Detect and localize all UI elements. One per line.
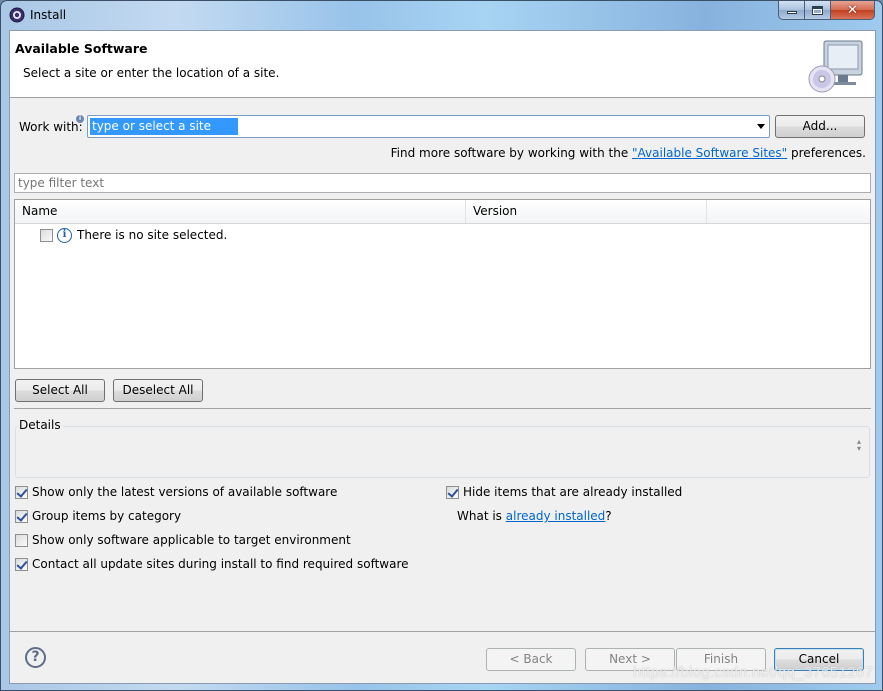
table-row[interactable]: i There is no site selected. <box>15 225 870 245</box>
watermark-text: https://blog.csdn.net/qq_37651267 <box>633 664 874 681</box>
available-software-sites-link[interactable]: "Available Software Sites" <box>632 146 787 160</box>
what-is-installed-text: What is already installed? <box>457 509 612 523</box>
contact-update-sites-checkbox[interactable] <box>15 557 28 571</box>
maximize-icon <box>812 5 823 15</box>
dialog-client-area: Available Software Select a site or ente… <box>9 30 876 684</box>
software-tree: Name Version i There is no site selected… <box>14 199 871 369</box>
minimize-button[interactable] <box>778 1 805 20</box>
contact-update-sites-label: Contact all update sites during install … <box>32 557 409 571</box>
eclipse-gear-icon <box>9 7 25 23</box>
page-title: Available Software <box>15 41 148 56</box>
wizard-header: Available Software Select a site or ente… <box>10 31 875 98</box>
row-text: There is no site selected. <box>77 228 228 242</box>
footer-divider <box>10 631 875 632</box>
work-with-combo[interactable] <box>87 115 770 138</box>
target-environment-label: Show only software applicable to target … <box>32 533 351 547</box>
window-title: Install <box>30 8 67 22</box>
hide-installed-checkbox[interactable] <box>446 485 459 499</box>
row-checkbox[interactable] <box>40 228 53 242</box>
latest-versions-checkbox[interactable] <box>15 485 28 499</box>
already-installed-link[interactable]: already installed <box>506 509 606 523</box>
hide-installed-label: Hide items that are already installed <box>463 485 683 499</box>
details-label: Details <box>17 418 63 432</box>
back-button[interactable]: < Back <box>486 648 576 671</box>
page-description: Select a site or enter the location of a… <box>23 66 280 80</box>
group-by-category-label: Group items by category <box>32 509 182 523</box>
details-scrollbar[interactable]: ▴ ▾ <box>853 438 865 454</box>
help-icon[interactable]: ? <box>25 647 46 668</box>
column-header-version[interactable]: Version <box>466 200 707 223</box>
add-site-button[interactable]: Add... <box>775 115 865 138</box>
tree-header: Name Version <box>15 200 870 224</box>
option-target-environment[interactable]: Show only software applicable to target … <box>15 533 351 547</box>
column-header-filler <box>707 200 870 223</box>
what-is-suffix: ? <box>605 509 612 523</box>
filter-input[interactable] <box>14 173 871 193</box>
maximize-button[interactable] <box>805 1 831 20</box>
select-all-button[interactable]: Select All <box>15 379 105 402</box>
column-header-name[interactable]: Name <box>15 200 466 223</box>
option-contact-update-sites[interactable]: Contact all update sites during install … <box>15 557 409 571</box>
window-controls: ✕ <box>778 1 875 20</box>
divider <box>14 408 871 409</box>
info-icon: i <box>57 227 72 243</box>
option-hide-installed[interactable]: Hide items that are already installed <box>446 485 682 499</box>
group-by-category-checkbox[interactable] <box>15 509 28 523</box>
details-group: ▴ ▾ <box>15 426 870 478</box>
chevron-down-icon[interactable] <box>757 124 765 129</box>
find-more-text: Find more software by working with the "… <box>391 146 866 160</box>
deselect-all-button[interactable]: Deselect All <box>113 379 203 402</box>
target-environment-checkbox[interactable] <box>15 533 28 547</box>
find-more-suffix: preferences. <box>787 146 866 160</box>
title-bar[interactable]: Install ✕ <box>1 1 882 30</box>
info-decoration-icon: i <box>76 115 84 123</box>
close-button[interactable]: ✕ <box>831 1 875 20</box>
option-latest-versions[interactable]: Show only the latest versions of availab… <box>15 485 337 499</box>
install-window: Install ✕ Available Software Select a si… <box>0 0 883 691</box>
latest-versions-label: Show only the latest versions of availab… <box>32 485 338 499</box>
minimize-icon <box>786 11 797 14</box>
find-more-prefix: Find more software by working with the <box>390 146 633 160</box>
work-with-label: Work with: <box>19 120 83 134</box>
computer-with-cd-icon <box>808 40 863 93</box>
what-is-prefix: What is <box>457 509 506 523</box>
option-group-by-category[interactable]: Group items by category <box>15 509 181 523</box>
work-with-input[interactable] <box>90 118 238 135</box>
close-icon: ✕ <box>847 2 858 18</box>
